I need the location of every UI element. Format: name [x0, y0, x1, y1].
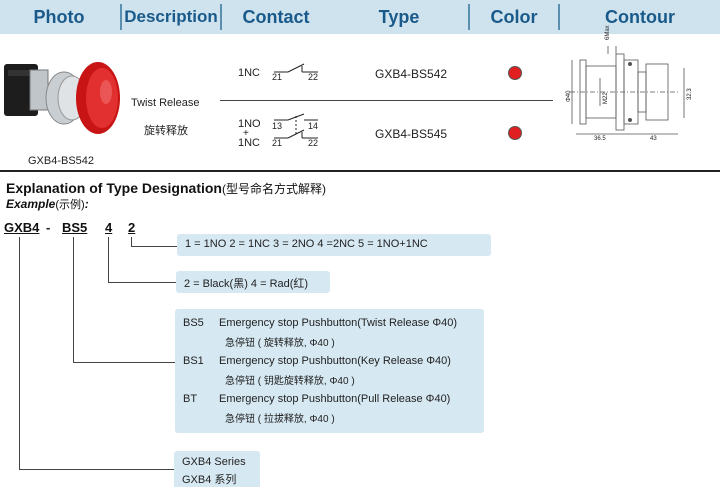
function-code: BS1 [183, 355, 204, 367]
function-desc-cn: 急停钮 ( 旋转释放, Φ40 ) [225, 338, 335, 349]
dim-diameter: Φ40 [566, 90, 572, 102]
color-swatch-red [508, 66, 522, 80]
series-box: GXB4 Series GXB4 系列 [174, 451, 260, 487]
function-desc-en: Emergency stop Pushbutton(Key Release Φ4… [219, 355, 451, 367]
terminal-14: 14 [308, 121, 319, 131]
code-function: BS5 [62, 220, 88, 235]
function-desc-cn: 急停钮 ( 钥匙旋转释放, Φ40 ) [225, 376, 355, 387]
terminal-22: 22 [308, 138, 319, 148]
description-en: Twist Release [131, 97, 200, 109]
connector-line [131, 246, 177, 247]
function-desc-cn: 急停钮 ( 拉拔释放, Φ40 ) [225, 414, 335, 425]
photo-caption: GXB4-BS542 [28, 155, 95, 167]
connector-line [108, 237, 109, 282]
connector-line [73, 237, 74, 362]
dim-top: 6Max [605, 25, 611, 40]
function-desc-en: Emergency stop Pushbutton(Pull Release Φ… [219, 393, 451, 405]
dim-right: 32.3 [687, 88, 693, 100]
terminal-13: 13 [272, 121, 283, 131]
contact-label: 1NC [238, 67, 261, 79]
type-code: GXB4-BS545 [375, 127, 448, 141]
connector-line [19, 237, 20, 469]
code-series: GXB4 [4, 220, 40, 235]
explanation-title-en: Explanation of Type Designation [6, 180, 222, 196]
contact-code-text: 1 = 1NO 2 = 1NC 3 = 2NO 4 =2NC 5 = 1NO+1… [185, 238, 428, 250]
code-color: 4 [105, 220, 113, 235]
connector-line [73, 362, 175, 363]
header-type: Type [378, 7, 420, 27]
dim-bottom-right: 43 [650, 136, 657, 142]
color-swatch-red [508, 126, 522, 140]
connector-line [131, 237, 132, 246]
terminal-22: 22 [308, 72, 319, 82]
example-label-en: Example [6, 197, 56, 211]
header-contact: Contact [242, 7, 310, 27]
example-colon: : [84, 197, 89, 211]
type-code: GXB4-BS542 [375, 67, 448, 81]
header-color: Color [490, 7, 538, 27]
example-label-cn: (示例) [55, 199, 85, 211]
function-desc-en: Emergency stop Pushbutton(Twist Release … [219, 317, 458, 329]
contact-label-nc: 1NC [238, 137, 261, 149]
header-description: Description [124, 7, 218, 26]
contact-code-box: 1 = 1NO 2 = 1NC 3 = 2NO 4 =2NC 5 = 1NO+1… [177, 234, 491, 256]
table-header: Photo Description Contact Type Color Con… [0, 0, 720, 34]
series-cn: GXB4 系列 [182, 474, 237, 486]
header-contour: Contour [605, 7, 675, 27]
connector-line [19, 469, 174, 470]
explanation-title: Explanation of Type Designation(型号命名方式解释… [6, 180, 326, 197]
terminal-21: 21 [272, 72, 283, 82]
code-contact: 2 [128, 220, 136, 235]
color-code-text: 2 = Black(黑) 4 = Rad(红) [184, 278, 309, 290]
function-code-box: BS5 Emergency stop Pushbutton(Twist Rele… [175, 309, 484, 433]
example-label: Example(示例): [6, 196, 89, 212]
product-photo [2, 50, 120, 150]
terminal-21: 21 [272, 138, 283, 148]
dim-bottom-left: 36.5 [594, 136, 606, 142]
connector-line [108, 282, 176, 283]
explanation-title-cn: (型号命名方式解释) [221, 182, 326, 196]
series-en: GXB4 Series [182, 456, 246, 468]
function-code: BS5 [183, 317, 204, 329]
contour-drawing [560, 38, 720, 150]
code-dash: - [46, 220, 51, 235]
header-photo: Photo [33, 7, 85, 27]
description-cn: 旋转释放 [144, 125, 188, 137]
function-code: BT [183, 393, 198, 405]
row-divider [220, 100, 553, 101]
table-bottom-rule [0, 170, 720, 172]
dim-thread: M22 [603, 92, 609, 104]
color-code-box: 2 = Black(黑) 4 = Rad(红) [176, 271, 330, 293]
contact-label-no: 1NO [238, 118, 261, 130]
